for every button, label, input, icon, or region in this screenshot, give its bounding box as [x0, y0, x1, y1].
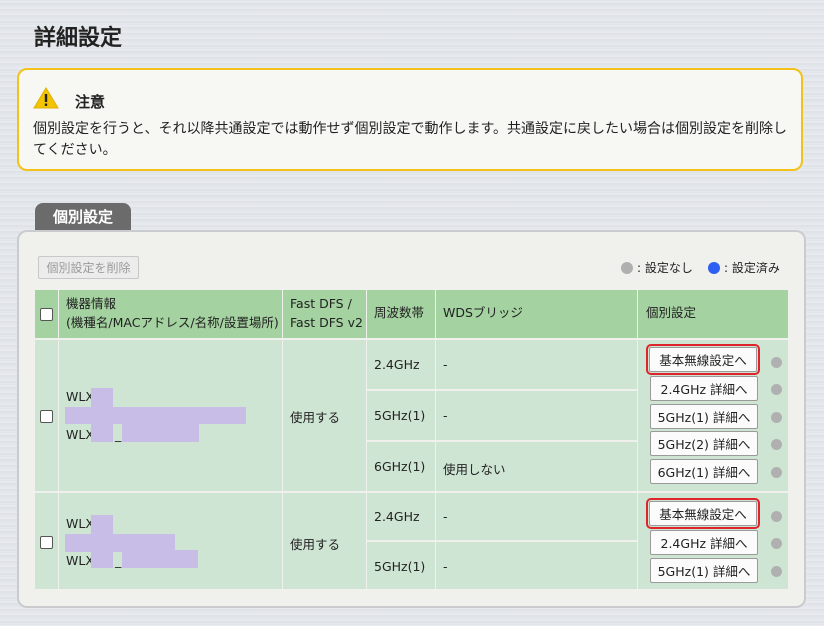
table-row-2-select: [35, 493, 58, 589]
row-2-device-line2: WLX: [66, 553, 94, 568]
header-individual-label: 個別設定: [646, 305, 697, 320]
row-1-wds-1: -: [436, 340, 637, 389]
page-title: 詳細設定: [34, 26, 123, 51]
row-2-band-1: 2.4GHz: [367, 493, 435, 540]
status-dot-icon: [771, 538, 782, 549]
row-2-band-2: 5GHz(1): [367, 542, 435, 589]
table-row-2-device: WLX WLX _: [59, 493, 282, 589]
header-select-cell: [35, 290, 58, 338]
redaction-block: [91, 550, 113, 568]
header-band: 周波数帯: [367, 290, 435, 338]
legend-unset-label: : 設定なし: [637, 261, 693, 275]
redaction-block: [65, 407, 246, 424]
header-device-line1: 機器情報: [66, 296, 117, 311]
5ghz-2-detail-button[interactable]: 5GHz(2) 詳細へ: [650, 431, 758, 456]
notice-title: 注意: [75, 93, 106, 111]
band-label: 5GHz(1): [374, 559, 426, 574]
band-label: 5GHz(1): [374, 408, 426, 423]
row-1-band-1: 2.4GHz: [367, 340, 435, 389]
band-label: 6GHz(1): [374, 459, 426, 474]
5ghz-1-detail-button[interactable]: 5GHz(1) 詳細へ: [650, 558, 758, 583]
basic-wireless-settings-button[interactable]: 基本無線設定へ: [646, 498, 760, 529]
table-row-2-fastdfs: 使用する: [283, 493, 366, 589]
header-individual: 個別設定: [638, 290, 788, 338]
status-dot-icon: [771, 467, 782, 478]
status-dot-icon: [771, 566, 782, 577]
redaction-block: [91, 515, 113, 534]
status-dot-icon: [771, 412, 782, 423]
gray-dot-icon: [621, 261, 633, 274]
6ghz-1-detail-button[interactable]: 6GHz(1) 詳細へ: [650, 459, 758, 484]
table-row-1-device: WLX WLX _: [59, 340, 282, 491]
header-wds: WDSブリッジ: [436, 290, 637, 338]
redaction-block: [122, 550, 198, 568]
wds-value: -: [443, 509, 448, 524]
band-label: 2.4GHz: [374, 509, 420, 524]
redaction-block: [91, 424, 113, 442]
notice-box: 注意 個別設定を行うと、それ以降共通設定では動作せず個別設定で動作します。共通設…: [17, 68, 803, 171]
delete-individual-settings-button[interactable]: 個別設定を削除: [38, 256, 139, 279]
redaction-block: [122, 424, 199, 442]
row-1-device-line1: WLX: [66, 389, 94, 404]
row-2-fastdfs-value: 使用する: [290, 537, 341, 552]
status-dot-icon: [771, 357, 782, 368]
legend-set-label: : 設定済み: [724, 261, 780, 275]
row-1-wds-2: -: [436, 391, 637, 440]
24ghz-detail-button[interactable]: 2.4GHz 詳細へ: [650, 376, 758, 401]
select-all-checkbox[interactable]: [40, 308, 53, 321]
row-2-device-line1: WLX: [66, 516, 94, 531]
row-2-wds-1: -: [436, 493, 637, 540]
table-row-1-fastdfs: 使用する: [283, 340, 366, 491]
wds-value: -: [443, 408, 448, 423]
basic-wireless-settings-button[interactable]: 基本無線設定へ: [646, 344, 760, 375]
status-dot-icon: [771, 511, 782, 522]
wds-value: 使用しない: [443, 462, 506, 477]
row-1-band-3: 6GHz(1): [367, 442, 435, 491]
row-1-band-2: 5GHz(1): [367, 391, 435, 440]
wds-value: -: [443, 357, 448, 372]
header-fastdfs-line2: Fast DFS v2: [290, 315, 363, 330]
legend-set: : 設定済み: [708, 259, 780, 276]
row-2-device-suffix: _: [115, 553, 122, 568]
row-1-checkbox[interactable]: [40, 410, 53, 423]
notice-body: 個別設定を行うと、それ以降共通設定では動作せず個別設定で動作します。共通設定に戻…: [33, 121, 788, 158]
legend-unset: : 設定なし: [621, 259, 693, 276]
band-label: 2.4GHz: [374, 357, 420, 372]
wds-value: -: [443, 559, 448, 574]
row-2-wds-2: -: [436, 542, 637, 589]
header-device-info: 機器情報 (機種名/MACアドレス/名称/設置場所): [59, 290, 282, 338]
header-band-label: 周波数帯: [374, 305, 425, 320]
section-tab-individual: 個別設定: [35, 203, 131, 233]
5ghz-1-detail-button[interactable]: 5GHz(1) 詳細へ: [650, 404, 758, 429]
blue-dot-icon: [708, 261, 720, 274]
status-dot-icon: [771, 384, 782, 395]
header-wds-label: WDSブリッジ: [443, 305, 523, 320]
24ghz-detail-button[interactable]: 2.4GHz 詳細へ: [650, 530, 758, 555]
redaction-block: [91, 388, 113, 407]
row-2-checkbox[interactable]: [40, 536, 53, 549]
header-fastdfs-line1: Fast DFS /: [290, 296, 352, 311]
header-fast-dfs: Fast DFS / Fast DFS v2: [283, 290, 366, 338]
warning-icon: [33, 87, 59, 109]
row-1-device-line2: WLX: [66, 427, 94, 442]
row-1-wds-3: 使用しない: [436, 442, 637, 491]
row-1-device-suffix: _: [115, 427, 122, 442]
status-dot-icon: [771, 439, 782, 450]
row-1-fastdfs-value: 使用する: [290, 410, 341, 425]
header-device-line2: (機種名/MACアドレス/名称/設置場所): [66, 315, 279, 330]
table-row-1-select: [35, 340, 58, 491]
